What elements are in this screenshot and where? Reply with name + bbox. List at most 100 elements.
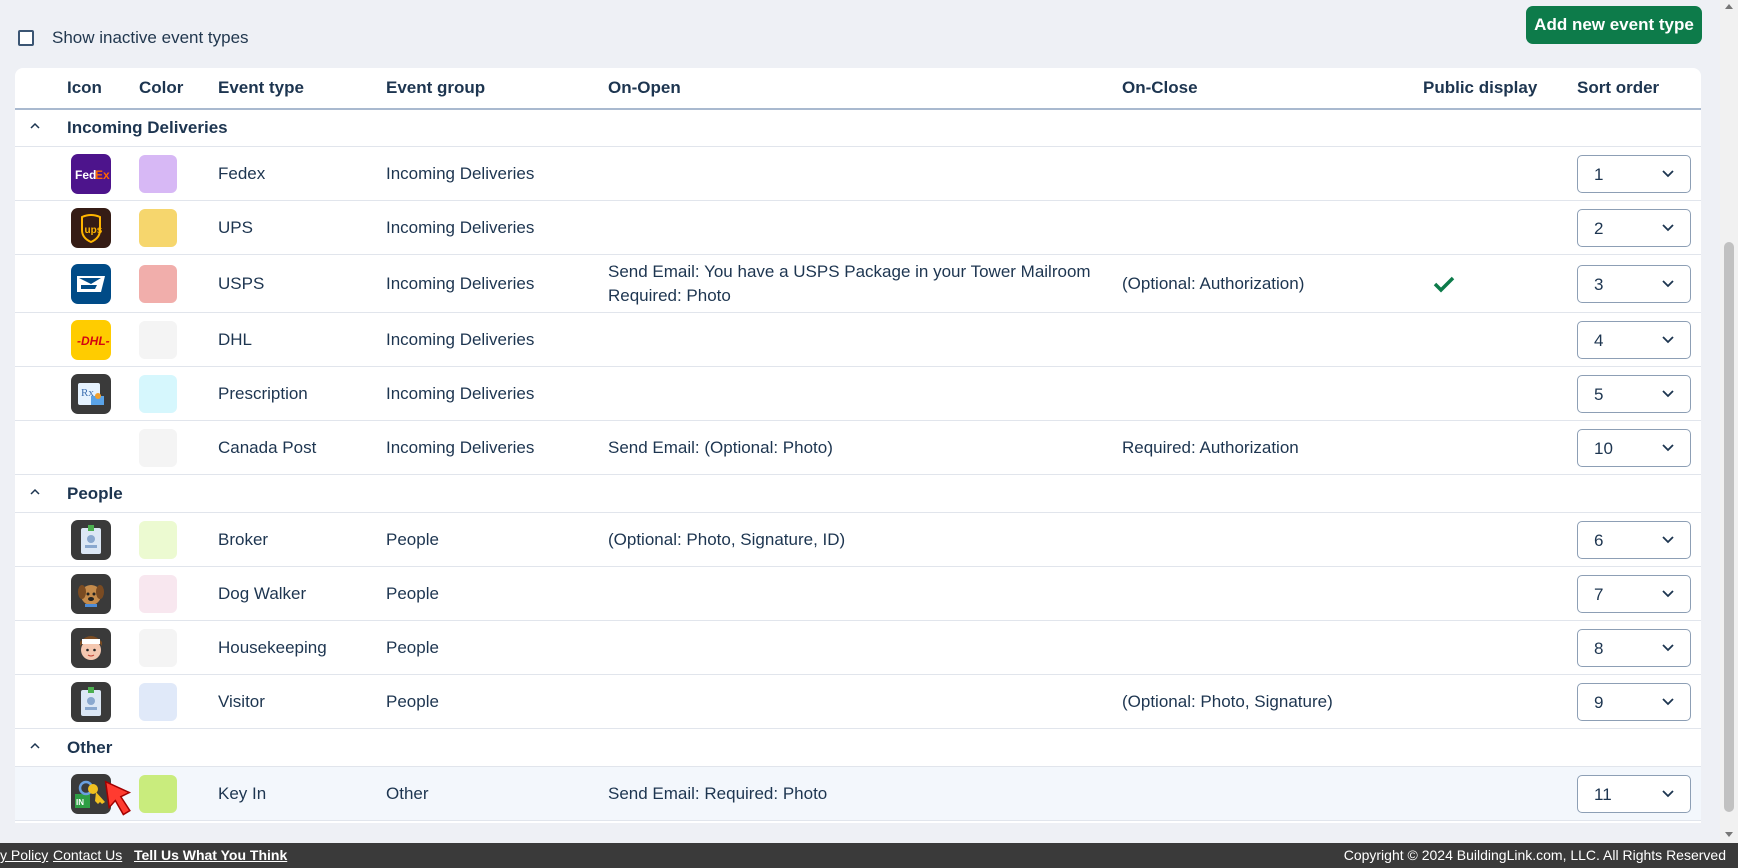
event-type-cell: Visitor (218, 692, 265, 711)
usps-icon (71, 264, 111, 304)
sort-order-select[interactable]: 3 (1577, 265, 1691, 303)
event-group-cell: Incoming Deliveries (386, 438, 535, 457)
sort-order-select[interactable]: 2 (1577, 209, 1691, 247)
sort-order-select[interactable]: 10 (1577, 429, 1691, 467)
column-header-on-open: On-Open (608, 78, 681, 97)
badge-icon (71, 682, 111, 722)
color-swatch (139, 629, 177, 667)
group-label: People (67, 484, 123, 503)
column-header-sort-order: Sort order (1577, 78, 1660, 97)
column-header-event-group: Event group (386, 78, 486, 97)
table-row[interactable]: Dog Walker People 7 (15, 567, 1701, 621)
table-row[interactable]: -DHL- DHL Incoming Deliveries 4 (15, 313, 1701, 367)
dog-icon (71, 574, 111, 614)
badge-icon (71, 520, 111, 560)
scroll-thumb[interactable] (1724, 242, 1734, 812)
sort-order-select[interactable]: 7 (1577, 575, 1691, 613)
show-inactive-label: Show inactive event types (52, 28, 249, 47)
column-header-color: Color (139, 78, 184, 97)
event-type-cell: USPS (218, 274, 265, 293)
color-swatch (139, 683, 177, 721)
group-row: Other (15, 729, 1701, 767)
table-row[interactable]: Broker People (Optional: Photo, Signatur… (15, 513, 1701, 567)
sort-order-value: 11 (1594, 785, 1612, 804)
table-row[interactable]: Canada Post Incoming Deliveries Send Ema… (15, 421, 1701, 475)
group-row: Incoming Deliveries (15, 109, 1701, 147)
scroll-up-arrow-icon[interactable] (1720, 0, 1738, 12)
group-label: Incoming Deliveries (67, 118, 228, 137)
event-group-cell: People (386, 638, 439, 657)
svg-text:Fed: Fed (75, 168, 96, 182)
event-type-cell: Key In (218, 784, 267, 803)
mouse-pointer-icon (104, 780, 132, 816)
sort-order-select[interactable]: 8 (1577, 629, 1691, 667)
sort-order-value: 2 (1594, 219, 1604, 238)
collapse-group-chevron-icon[interactable] (27, 118, 43, 134)
sort-order-select[interactable]: 6 (1577, 521, 1691, 559)
sort-order-value: 8 (1594, 639, 1604, 658)
column-header-icon: Icon (67, 78, 102, 97)
prescription-icon: Rx (71, 374, 111, 414)
sort-order-select[interactable]: 4 (1577, 321, 1691, 359)
on-open-cell: Send Email: You have a USPS Package in y… (608, 262, 1091, 281)
color-swatch (139, 375, 177, 413)
table-row[interactable]: IN Key In Other Send Email: Required: Ph… (15, 767, 1701, 821)
vertical-scrollbar[interactable] (1720, 0, 1738, 843)
contact-us-link[interactable]: Contact Us (53, 847, 122, 863)
event-group-cell: Incoming Deliveries (386, 330, 535, 349)
color-swatch (139, 265, 177, 303)
color-swatch (139, 575, 177, 613)
sort-order-select[interactable]: 9 (1577, 683, 1691, 721)
column-header-event-type: Event type (218, 78, 304, 97)
event-type-cell: Broker (218, 530, 269, 549)
sort-order-select[interactable]: 11 (1577, 775, 1691, 813)
sort-order-select[interactable]: 1 (1577, 155, 1691, 193)
add-event-type-button[interactable]: Add new event type (1526, 6, 1702, 44)
event-type-cell: Dog Walker (218, 584, 307, 603)
event-type-cell: Prescription (218, 384, 308, 403)
show-inactive-toggle[interactable]: Show inactive event types (18, 28, 249, 48)
table-row[interactable]: Rx Prescription Incoming Deliveries 5 (15, 367, 1701, 421)
sort-order-value: 6 (1594, 531, 1604, 550)
dhl-icon: -DHL- (71, 320, 111, 360)
feedback-link[interactable]: Tell Us What You Think (134, 847, 287, 863)
svg-text:ups: ups (85, 225, 103, 236)
on-open-requirement: Required: Photo (608, 286, 731, 305)
event-type-cell: Housekeeping (218, 638, 327, 657)
fedex-icon: Fed Ex (71, 154, 111, 194)
collapse-group-chevron-icon[interactable] (27, 484, 43, 500)
column-header-on-close: On-Close (1122, 78, 1198, 97)
table-row[interactable]: Visitor People (Optional: Photo, Signatu… (15, 675, 1701, 729)
svg-text:Ex: Ex (95, 168, 110, 182)
sort-order-value: 7 (1594, 585, 1604, 604)
group-label: Other (67, 738, 113, 757)
show-inactive-checkbox[interactable] (18, 30, 34, 46)
toolbar: Show inactive event types Add new event … (0, 0, 1720, 68)
color-swatch (139, 521, 177, 559)
sort-order-select[interactable]: 5 (1577, 375, 1691, 413)
svg-text:IN: IN (76, 798, 84, 807)
event-group-cell: Incoming Deliveries (386, 274, 535, 293)
color-swatch (139, 775, 177, 813)
scroll-down-arrow-icon[interactable] (1720, 829, 1738, 841)
table-header: Icon Color Event type Event group On-Ope… (15, 68, 1701, 110)
event-type-cell: DHL (218, 330, 253, 349)
table-row[interactable]: USPS Incoming Deliveries Send Email: You… (15, 255, 1701, 313)
public-display-check-icon (1433, 275, 1455, 298)
sort-order-value: 9 (1594, 693, 1604, 712)
table-row[interactable]: ups UPS Incoming Deliveries 2 (15, 201, 1701, 255)
on-open-cell: (Optional: Photo, Signature, ID) (608, 530, 846, 549)
table-row[interactable]: Fed Ex Fedex Incoming Deliveries 1 (15, 147, 1701, 201)
event-group-cell: Incoming Deliveries (386, 164, 535, 183)
event-group-cell: People (386, 692, 439, 711)
event-group-cell: People (386, 530, 439, 549)
color-swatch (139, 429, 177, 467)
ups-icon: ups (71, 208, 111, 248)
on-close-cell: (Optional: Authorization) (1122, 274, 1305, 293)
collapse-group-chevron-icon[interactable] (27, 738, 43, 754)
event-group-cell: Incoming Deliveries (386, 384, 535, 403)
table-row[interactable]: Housekeeping People 8 (15, 621, 1701, 675)
footer: y Policy Contact Us Tell Us What You Thi… (0, 843, 1738, 868)
sort-order-value: 10 (1594, 439, 1613, 458)
privacy-policy-link[interactable]: y Policy (0, 847, 48, 863)
